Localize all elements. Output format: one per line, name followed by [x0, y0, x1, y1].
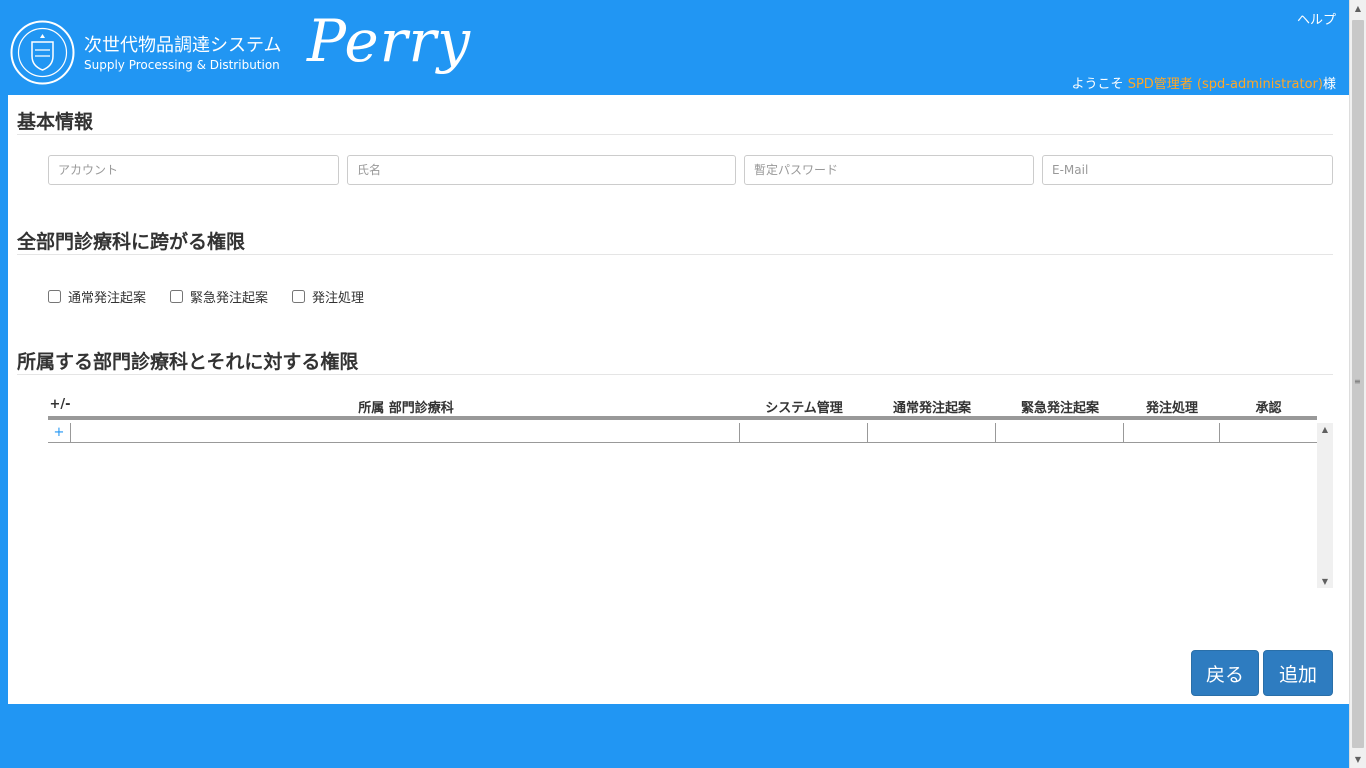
- order-processing-cell[interactable]: [1124, 423, 1220, 443]
- system-title: 次世代物品調達システム: [84, 35, 282, 56]
- current-user-name: SPD管理者 (spd-administrator): [1127, 77, 1323, 92]
- add-button[interactable]: 追加: [1263, 650, 1333, 696]
- welcome-message: ようこそ SPD管理者 (spd-administrator)様: [1072, 73, 1336, 92]
- scroll-up-icon[interactable]: ▲: [1317, 425, 1333, 434]
- column-header-order-processing: 発注処理: [1145, 401, 1198, 416]
- urgent-order-checkbox[interactable]: [170, 290, 184, 303]
- seal-logo-icon: [10, 20, 75, 85]
- welcome-suffix: 様: [1322, 77, 1336, 92]
- add-row-button[interactable]: +: [48, 423, 71, 443]
- checkbox-label: 発注処理: [312, 291, 365, 306]
- account-input[interactable]: [48, 155, 339, 185]
- name-input[interactable]: [347, 155, 736, 185]
- column-header-department: 所属 部門診療科: [358, 401, 454, 416]
- order-processing-permission[interactable]: 発注処理: [292, 287, 364, 306]
- help-link[interactable]: ヘルプ: [1297, 9, 1336, 28]
- system-subtitle: Supply Processing & Distribution: [84, 58, 280, 72]
- section-divider: [17, 134, 1333, 135]
- scrollbar-grip-icon: ≡: [1354, 377, 1361, 386]
- table-scrollbar[interactable]: ▲ ▼: [1317, 423, 1333, 588]
- checkbox-label: 緊急発注起案: [190, 291, 269, 306]
- scroll-up-icon[interactable]: ▲: [1350, 0, 1366, 17]
- page-scrollbar[interactable]: ▲ ≡ ▼: [1349, 0, 1366, 768]
- normal-order-checkbox[interactable]: [48, 290, 61, 303]
- welcome-prefix: ようこそ: [1071, 77, 1124, 92]
- back-button[interactable]: 戻る: [1191, 650, 1259, 696]
- temp-password-input[interactable]: [744, 155, 1034, 185]
- scroll-down-icon[interactable]: ▼: [1317, 577, 1333, 586]
- order-processing-checkbox[interactable]: [292, 290, 306, 303]
- normal-order-permission[interactable]: 通常発注起案: [48, 287, 146, 306]
- department-cell[interactable]: [72, 423, 740, 443]
- basic-info-title: 基本情報: [17, 111, 94, 133]
- main-content: 基本情報 全部門診療科に跨がる権限 通常発注起案 緊急発注起案 発注処理 所属す…: [8, 95, 1349, 704]
- global-permission-checkboxes: 通常発注起案 緊急発注起案 発注処理: [48, 287, 388, 306]
- approval-cell[interactable]: [1220, 423, 1317, 443]
- system-admin-cell[interactable]: [740, 423, 868, 443]
- dept-permissions-title: 所属する部門診療科とそれに対する権限: [17, 351, 359, 373]
- column-header-system-admin: システム管理: [765, 401, 843, 416]
- column-header-urgent-order: 緊急発注起案: [1020, 401, 1099, 416]
- column-header-add-remove: +/-: [49, 397, 71, 412]
- column-header-approval: 承認: [1255, 401, 1282, 416]
- normal-order-cell[interactable]: [868, 423, 996, 443]
- app-header: 次世代物品調達システム Supply Processing & Distribu…: [0, 0, 1349, 95]
- urgent-order-cell[interactable]: [996, 423, 1124, 443]
- checkbox-label: 通常発注起案: [68, 291, 147, 306]
- table-row: +: [48, 423, 1317, 443]
- dept-table-header: +/- 所属 部門診療科 システム管理 通常発注起案 緊急発注起案 発注処理 承…: [48, 395, 1317, 420]
- brand-logo: Perry: [307, 7, 471, 75]
- global-permissions-title: 全部門診療科に跨がる権限: [17, 231, 246, 253]
- section-divider: [17, 254, 1333, 255]
- scroll-down-icon[interactable]: ▼: [1350, 751, 1366, 768]
- urgent-order-permission[interactable]: 緊急発注起案: [170, 287, 268, 306]
- section-divider: [17, 374, 1333, 375]
- email-input[interactable]: [1042, 155, 1333, 185]
- column-header-normal-order: 通常発注起案: [892, 401, 971, 416]
